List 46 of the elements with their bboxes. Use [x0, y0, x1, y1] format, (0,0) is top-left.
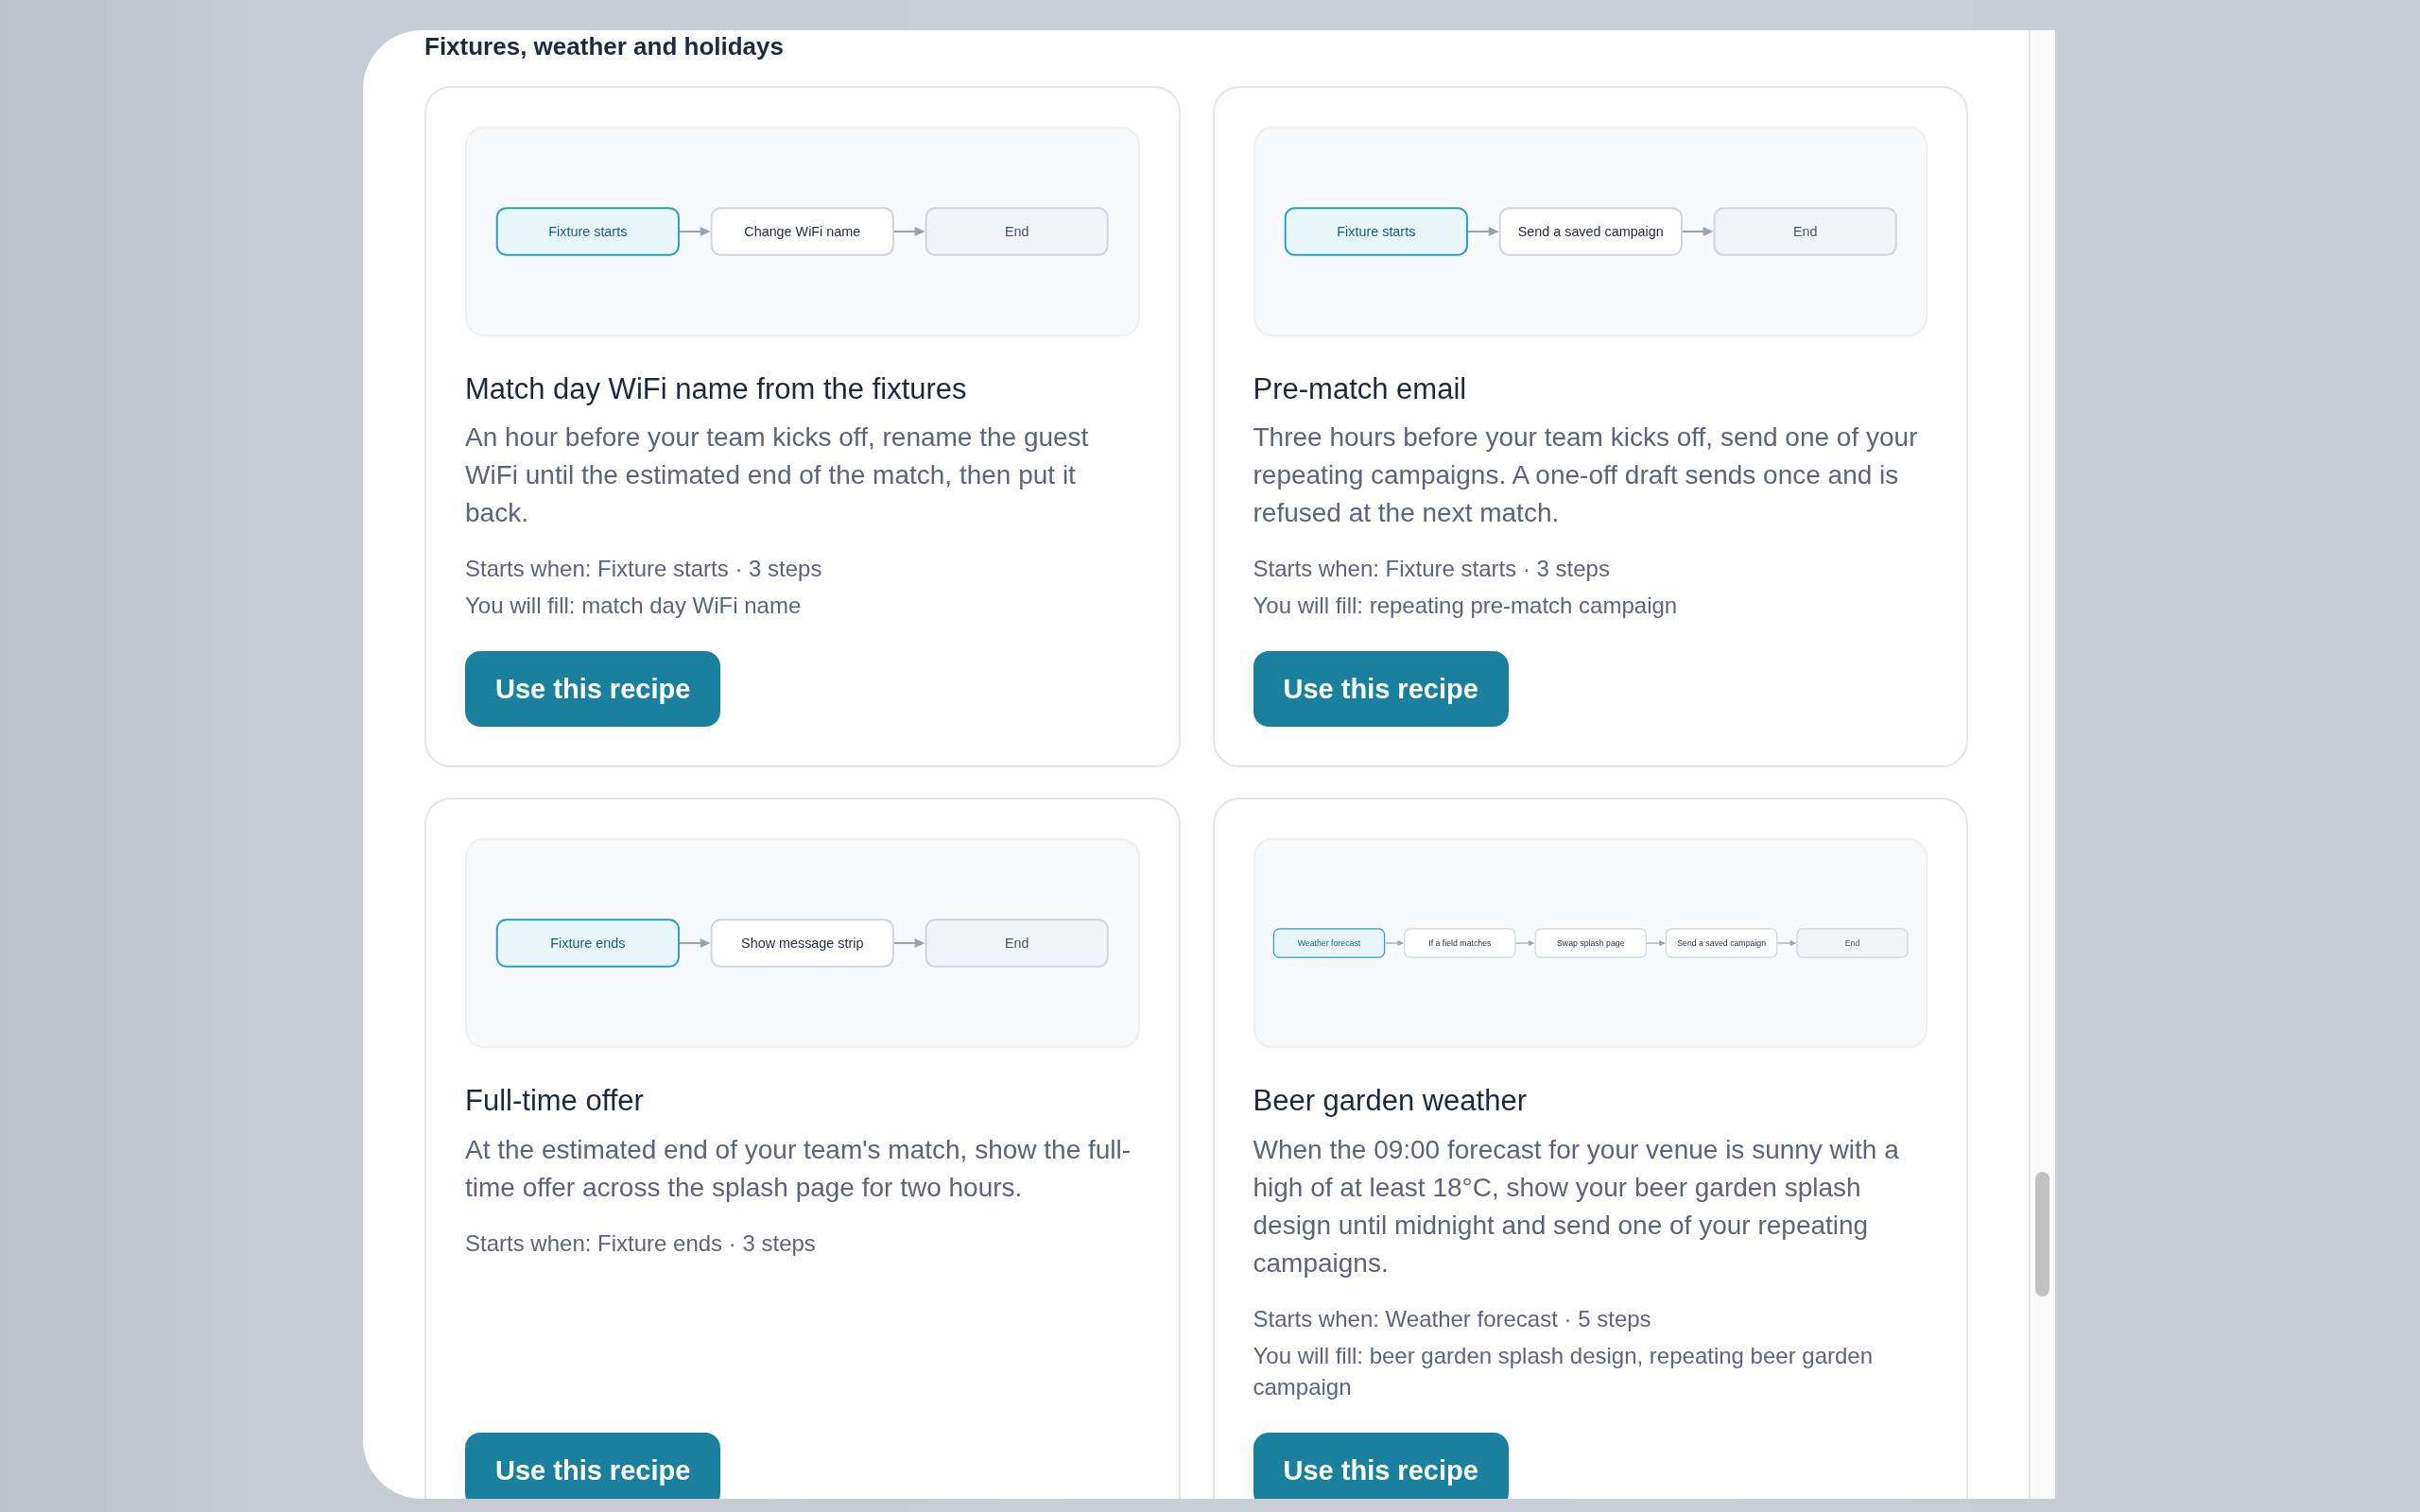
flow-step: Weather forecast	[1272, 928, 1385, 959]
arrow	[1384, 940, 1404, 947]
arrow	[1514, 940, 1534, 947]
recipe-detail: Starts when: Fixture starts · 3 steps	[1253, 555, 1611, 584]
flow-step: Change WiFi name	[710, 207, 894, 256]
recipe-detail: You will fill: repeating pre-match campaign	[1253, 592, 1679, 621]
scrollbar-track[interactable]	[2029, 30, 2055, 1499]
arrow	[678, 227, 711, 237]
use-recipe-button[interactable]: Use this recipe	[1253, 1432, 1509, 1499]
flow-step: Show message strip	[710, 919, 894, 969]
arrow	[1466, 227, 1499, 237]
flow-step: Send a saved campaign	[1498, 207, 1683, 256]
recipe-description: An hour before your team kicks off, rename the guest WiFi until the estimated end of the match, then put it back.	[465, 421, 1090, 530]
recipe-title: Pre-match email	[1253, 371, 1468, 407]
recipe-detail: Starts when: Weather forecast · 5 steps	[1253, 1304, 1652, 1333]
flow-step: Fixture starts	[1284, 207, 1468, 256]
flow-step: If a field matches	[1403, 928, 1516, 959]
flow-step: Send a saved campaign	[1665, 928, 1777, 959]
recipe-description: When the 09:00 forecast for your venue is sunny with a high of at least 18°C, show your beer garden splash design until midnight and send one of your repeating campaigns.	[1253, 1133, 1900, 1280]
recipe-title: Match day WiFi name from the fixtures	[465, 371, 968, 407]
arrow	[678, 938, 711, 949]
use-recipe-button[interactable]: Use this recipe	[465, 1432, 721, 1499]
arrow	[892, 227, 925, 237]
flow-step: End	[925, 207, 1109, 256]
flow-step: Fixture starts	[495, 207, 680, 256]
recipe-description: At the estimated end of your team's match, show the full-time offer across the splash page for two hours.	[465, 1133, 1132, 1204]
recipe-detail: You will fill: beer garden splash design, repeating beer garden campaign	[1253, 1341, 1875, 1401]
recipe-title: Full-time offer	[465, 1083, 645, 1119]
recipe-detail: Starts when: Fixture starts · 3 steps	[465, 555, 823, 584]
use-recipe-button[interactable]: Use this recipe	[465, 651, 721, 728]
flow-step: Fixture ends	[495, 919, 680, 969]
flow-step: End	[1795, 928, 1909, 959]
arrow	[892, 938, 925, 949]
arrow	[1776, 940, 1796, 947]
recipe-detail: Starts when: Fixture ends · 3 steps	[465, 1228, 817, 1258]
flow-step: End	[925, 919, 1109, 969]
scrollbar-thumb[interactable]	[2035, 1172, 2049, 1297]
flow-step: Swap splash page	[1534, 928, 1647, 959]
flow-step: End	[1713, 207, 1897, 256]
recipe-title: Beer garden weather	[1253, 1083, 1529, 1119]
arrow	[1681, 227, 1714, 237]
use-recipe-button[interactable]: Use this recipe	[1253, 651, 1509, 728]
section-heading: Fixtures, weather and holidays	[424, 32, 785, 62]
recipe-description: Three hours before your team kicks off, send one of your repeating campaigns. A one-off draft sends once and is refused at the next match.	[1253, 421, 1919, 530]
recipe-detail: You will fill: match day WiFi name	[465, 592, 803, 621]
arrow	[1645, 940, 1666, 947]
